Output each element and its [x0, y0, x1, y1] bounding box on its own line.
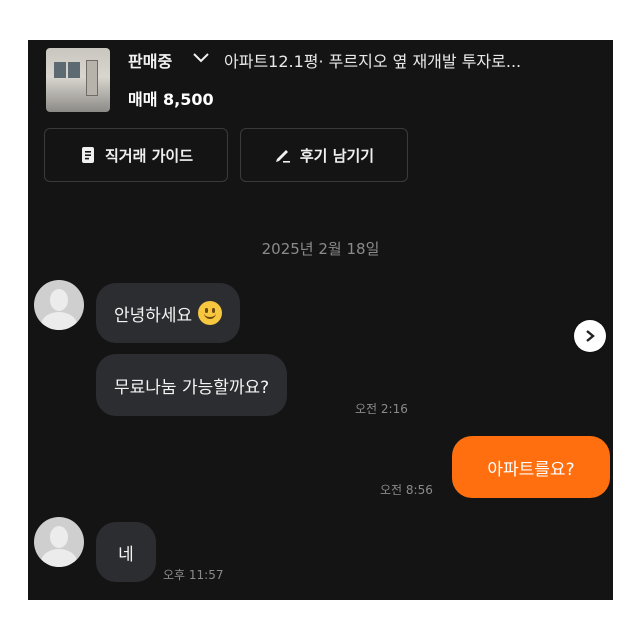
- message-time: 오전 2:16: [355, 402, 408, 416]
- chat-screen: 판매중 아파트12.1평· 푸르지오 옆 재개발 투자로... 매매 8,500…: [28, 40, 613, 600]
- next-arrow-icon[interactable]: [574, 320, 606, 352]
- trade-guide-label: 직거래 가이드: [104, 146, 194, 165]
- listing-thumbnail[interactable]: [46, 48, 110, 112]
- pencil-icon: [275, 150, 290, 163]
- message-time: 오전 8:56: [380, 483, 433, 497]
- chat-date-divider: 2025년 2월 18일: [261, 240, 380, 258]
- listing-price: 매매 8,500: [128, 90, 214, 109]
- my-message-bubble[interactable]: 아파트를요?: [452, 436, 610, 498]
- message-text: 네: [118, 544, 134, 565]
- listing-title[interactable]: 아파트12.1평· 푸르지오 옆 재개발 투자로...: [224, 48, 604, 72]
- avatar-icon[interactable]: [34, 280, 84, 330]
- smiley-emoji-icon: [198, 301, 223, 325]
- message-text: 무료나눔 가능할까요?: [114, 377, 270, 398]
- listing-status: 판매중: [128, 52, 173, 71]
- message-bubble[interactable]: 무료나눔 가능할까요?: [96, 354, 288, 416]
- message-text: 아파트를요?: [487, 459, 575, 480]
- message-bubble[interactable]: 안녕하세요: [96, 283, 241, 343]
- message-text: 안녕하세요: [114, 305, 193, 326]
- trade-guide-button[interactable]: 직거래 가이드: [44, 128, 228, 182]
- message-bubble[interactable]: 네: [96, 522, 156, 582]
- avatar-icon[interactable]: [34, 517, 84, 567]
- write-review-label: 후기 남기기: [299, 146, 375, 165]
- chevron-right-icon: [586, 330, 595, 342]
- chevron-down-icon[interactable]: [192, 52, 210, 64]
- document-icon: [81, 147, 94, 163]
- message-time: 오후 11:57: [163, 568, 224, 582]
- write-review-button[interactable]: 후기 남기기: [240, 128, 408, 182]
